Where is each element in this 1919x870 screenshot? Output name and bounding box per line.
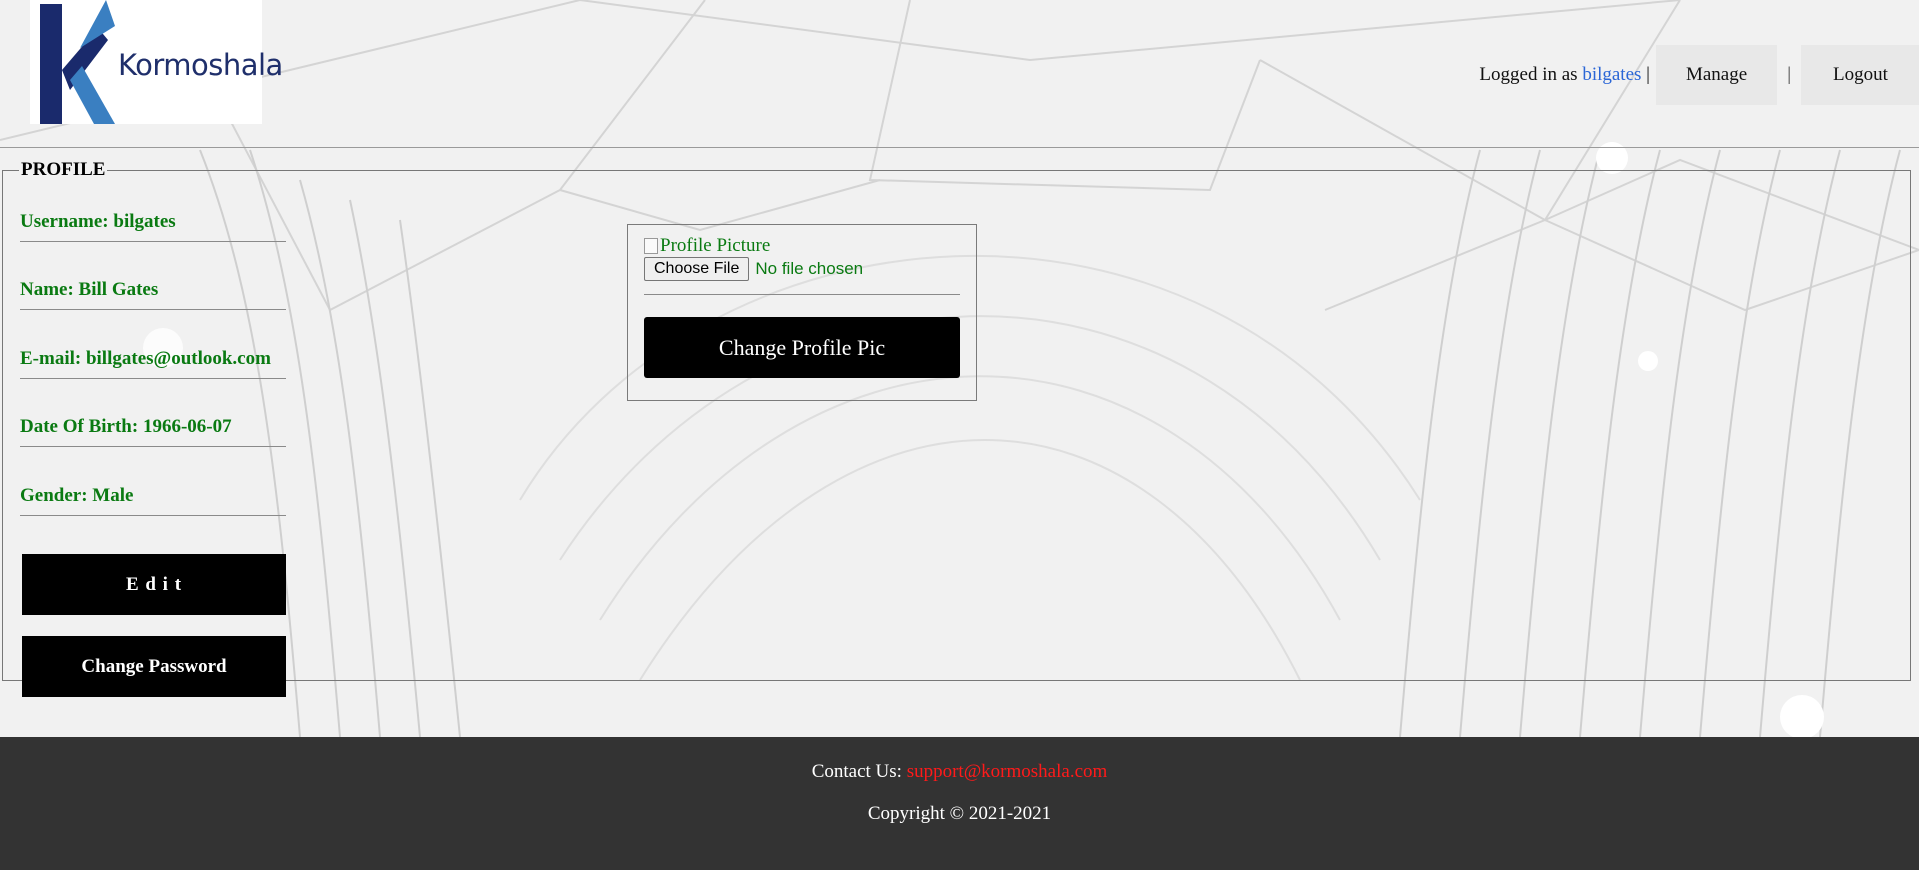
logo-text: Kormoshala [118, 48, 283, 82]
broken-image-icon [644, 238, 658, 254]
profile-picture-panel: Profile Picture Choose File No file chos… [627, 224, 977, 401]
gender-field: Gender: Male [20, 485, 286, 516]
change-profile-pic-button[interactable]: Change Profile Pic [644, 317, 960, 378]
logo-k-icon [40, 0, 115, 124]
profile-legend: PROFILE [21, 159, 106, 180]
copyright: Copyright © 2021-2021 [867, 803, 1052, 824]
footer-contact: Contact Us: support@kormoshala.com [0, 761, 1919, 783]
no-file-text: No file chosen [755, 259, 864, 278]
footer: Contact Us: support@kormoshala.com Copyr… [0, 737, 1919, 870]
name-field: Name: Bill Gates [20, 279, 286, 310]
logged-in-prefix: Logged in as [1479, 64, 1583, 85]
nav-separator: | [1787, 64, 1791, 85]
change-password-button[interactable]: Change Password [22, 636, 286, 697]
username-field: Username: bilgates [20, 211, 286, 242]
email-field: E-mail: billgates@outlook.com [20, 348, 286, 379]
top-navigation: Logged in as bilgates | Manage | Logout [1479, 45, 1919, 105]
logged-in-status: Logged in as bilgates | [1479, 64, 1650, 86]
logout-button[interactable]: Logout [1801, 45, 1919, 105]
contact-prefix: Contact Us: [811, 761, 907, 782]
profile-picture-alt: Profile Picture [660, 235, 771, 256]
choose-file-button[interactable]: Choose File [644, 257, 750, 281]
contact-email-link[interactable]: support@kormoshala.com [907, 761, 1108, 782]
file-input[interactable]: Choose File No file chosen [644, 257, 863, 281]
brand-logo[interactable]: Kormoshala [30, 0, 283, 124]
username-link[interactable]: bilgates [1582, 64, 1641, 85]
edit-button[interactable]: E d i t [22, 554, 286, 615]
manage-button[interactable]: Manage [1655, 45, 1778, 105]
profile-picture: Profile Picture [644, 235, 770, 257]
picture-divider [644, 294, 960, 295]
nav-separator: | [1646, 64, 1650, 85]
date-of-birth-field: Date Of Birth: 1966-06-07 [20, 416, 286, 447]
header-divider [0, 147, 1919, 148]
